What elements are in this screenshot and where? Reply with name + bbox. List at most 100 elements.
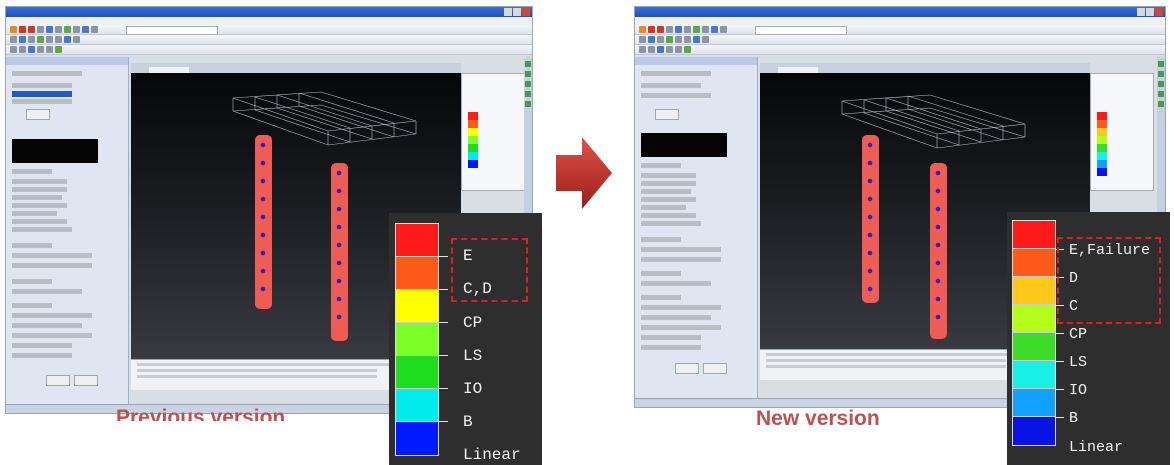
mini-legend-panel [1090, 73, 1154, 191]
toolbar-icon[interactable] [37, 36, 44, 43]
dropdown[interactable] [12, 71, 82, 76]
toolbar-icon[interactable] [702, 36, 709, 43]
toolbar-icon[interactable] [46, 26, 53, 33]
legend-tick [1055, 417, 1064, 418]
toolbar-icon[interactable] [702, 26, 709, 33]
tool-icon[interactable] [525, 81, 531, 87]
toolbar-icon[interactable] [46, 36, 53, 43]
maximize-button[interactable] [513, 8, 521, 16]
panel-button[interactable] [26, 109, 50, 120]
toolbar-icon[interactable] [28, 46, 35, 53]
panel-button[interactable] [655, 109, 679, 120]
radio-option[interactable] [12, 203, 67, 208]
radio-option[interactable] [641, 173, 696, 178]
radio-option[interactable] [641, 181, 696, 186]
toolbar-icon[interactable] [693, 36, 700, 43]
toolbar-icon[interactable] [64, 26, 71, 33]
toolbar-icon[interactable] [684, 36, 691, 43]
toolbar-icon[interactable] [19, 36, 26, 43]
tool-icon[interactable] [1158, 71, 1164, 77]
toolbar-icon[interactable] [55, 26, 62, 33]
minimize-button[interactable] [1137, 8, 1145, 16]
toolbar-icon[interactable] [666, 46, 673, 53]
tool-icon[interactable] [1158, 81, 1164, 87]
previous-legend-zoom: E C,D CP LS IO B Linear [389, 213, 542, 465]
tool-icon[interactable] [525, 61, 531, 67]
list-box[interactable] [641, 93, 711, 98]
radio-option[interactable] [12, 227, 72, 232]
legend-swatch [396, 224, 438, 257]
radio-option[interactable] [12, 219, 67, 224]
toolbar-icon[interactable] [693, 26, 700, 33]
tool-icon[interactable] [1158, 61, 1164, 67]
tool-icon[interactable] [1158, 101, 1164, 107]
toolbar-icon[interactable] [55, 46, 62, 53]
apply-button[interactable] [675, 363, 699, 374]
toolbar-field[interactable] [126, 26, 218, 35]
toolbar-icon[interactable] [37, 46, 44, 53]
radio-option[interactable] [12, 195, 62, 200]
toolbar-icon[interactable] [666, 36, 673, 43]
minimize-button[interactable] [504, 8, 512, 16]
toolbar-icon[interactable] [720, 26, 727, 33]
toolbar-icon[interactable] [639, 26, 646, 33]
toolbar-icon[interactable] [10, 46, 17, 53]
toolbar-icon[interactable] [657, 46, 664, 53]
apply-button[interactable] [46, 375, 70, 386]
radio-option[interactable] [12, 179, 67, 184]
toolbar-icon[interactable] [55, 36, 62, 43]
toolbar-icon[interactable] [684, 26, 691, 33]
radio-option[interactable] [641, 205, 686, 210]
tool-icon[interactable] [1158, 91, 1164, 97]
toolbar-icon[interactable] [711, 26, 718, 33]
radio-option[interactable] [12, 187, 67, 192]
toolbar-icon[interactable] [639, 36, 646, 43]
legend-tick [438, 388, 448, 389]
toolbar-icon[interactable] [19, 26, 26, 33]
toolbar-icon[interactable] [657, 26, 664, 33]
close-panel-button[interactable] [74, 375, 98, 386]
panel-row [12, 353, 72, 358]
maximize-button[interactable] [1146, 8, 1154, 16]
tool-icon[interactable] [525, 71, 531, 77]
close-button[interactable] [522, 8, 530, 16]
radio-option[interactable] [12, 211, 57, 216]
toolbar-icon[interactable] [639, 46, 646, 53]
close-panel-button[interactable] [703, 363, 727, 374]
toolbar-icon[interactable] [648, 46, 655, 53]
toolbar-icon[interactable] [10, 26, 17, 33]
toolbar-icon[interactable] [73, 36, 80, 43]
toolbar-icon[interactable] [46, 46, 53, 53]
dropdown[interactable] [641, 71, 711, 76]
tool-icon[interactable] [525, 91, 531, 97]
toolbar-icon[interactable] [675, 26, 682, 33]
panel-row [12, 263, 92, 268]
toolbar-icon[interactable] [91, 26, 98, 33]
toolbar-icon[interactable] [666, 26, 673, 33]
radio-option[interactable] [641, 189, 691, 194]
close-button[interactable] [1155, 8, 1163, 16]
toolbar-icon[interactable] [73, 26, 80, 33]
radio-option[interactable] [641, 213, 696, 218]
toolbar-icon[interactable] [28, 26, 35, 33]
radio-option[interactable] [641, 197, 696, 202]
toolbar-icon[interactable] [684, 46, 691, 53]
toolbar-icon[interactable] [37, 26, 44, 33]
mini-legend-panel [461, 73, 525, 191]
toolbar-icon[interactable] [657, 36, 664, 43]
toolbar-icon[interactable] [675, 36, 682, 43]
selected-list-item[interactable] [12, 91, 72, 97]
toolbar-icon[interactable] [675, 46, 682, 53]
toolbar-icon[interactable] [10, 36, 17, 43]
toolbar-icon[interactable] [28, 36, 35, 43]
legend-label-linear: Linear [463, 446, 521, 464]
toolbar-icon[interactable] [648, 36, 655, 43]
toolbar-icon[interactable] [64, 36, 71, 43]
panel-row [641, 335, 701, 340]
radio-option[interactable] [641, 221, 701, 226]
toolbar-icon[interactable] [82, 26, 89, 33]
toolbar-icon[interactable] [19, 46, 26, 53]
toolbar-field[interactable] [755, 26, 847, 35]
toolbar-icon[interactable] [648, 26, 655, 33]
tool-icon[interactable] [525, 101, 531, 107]
